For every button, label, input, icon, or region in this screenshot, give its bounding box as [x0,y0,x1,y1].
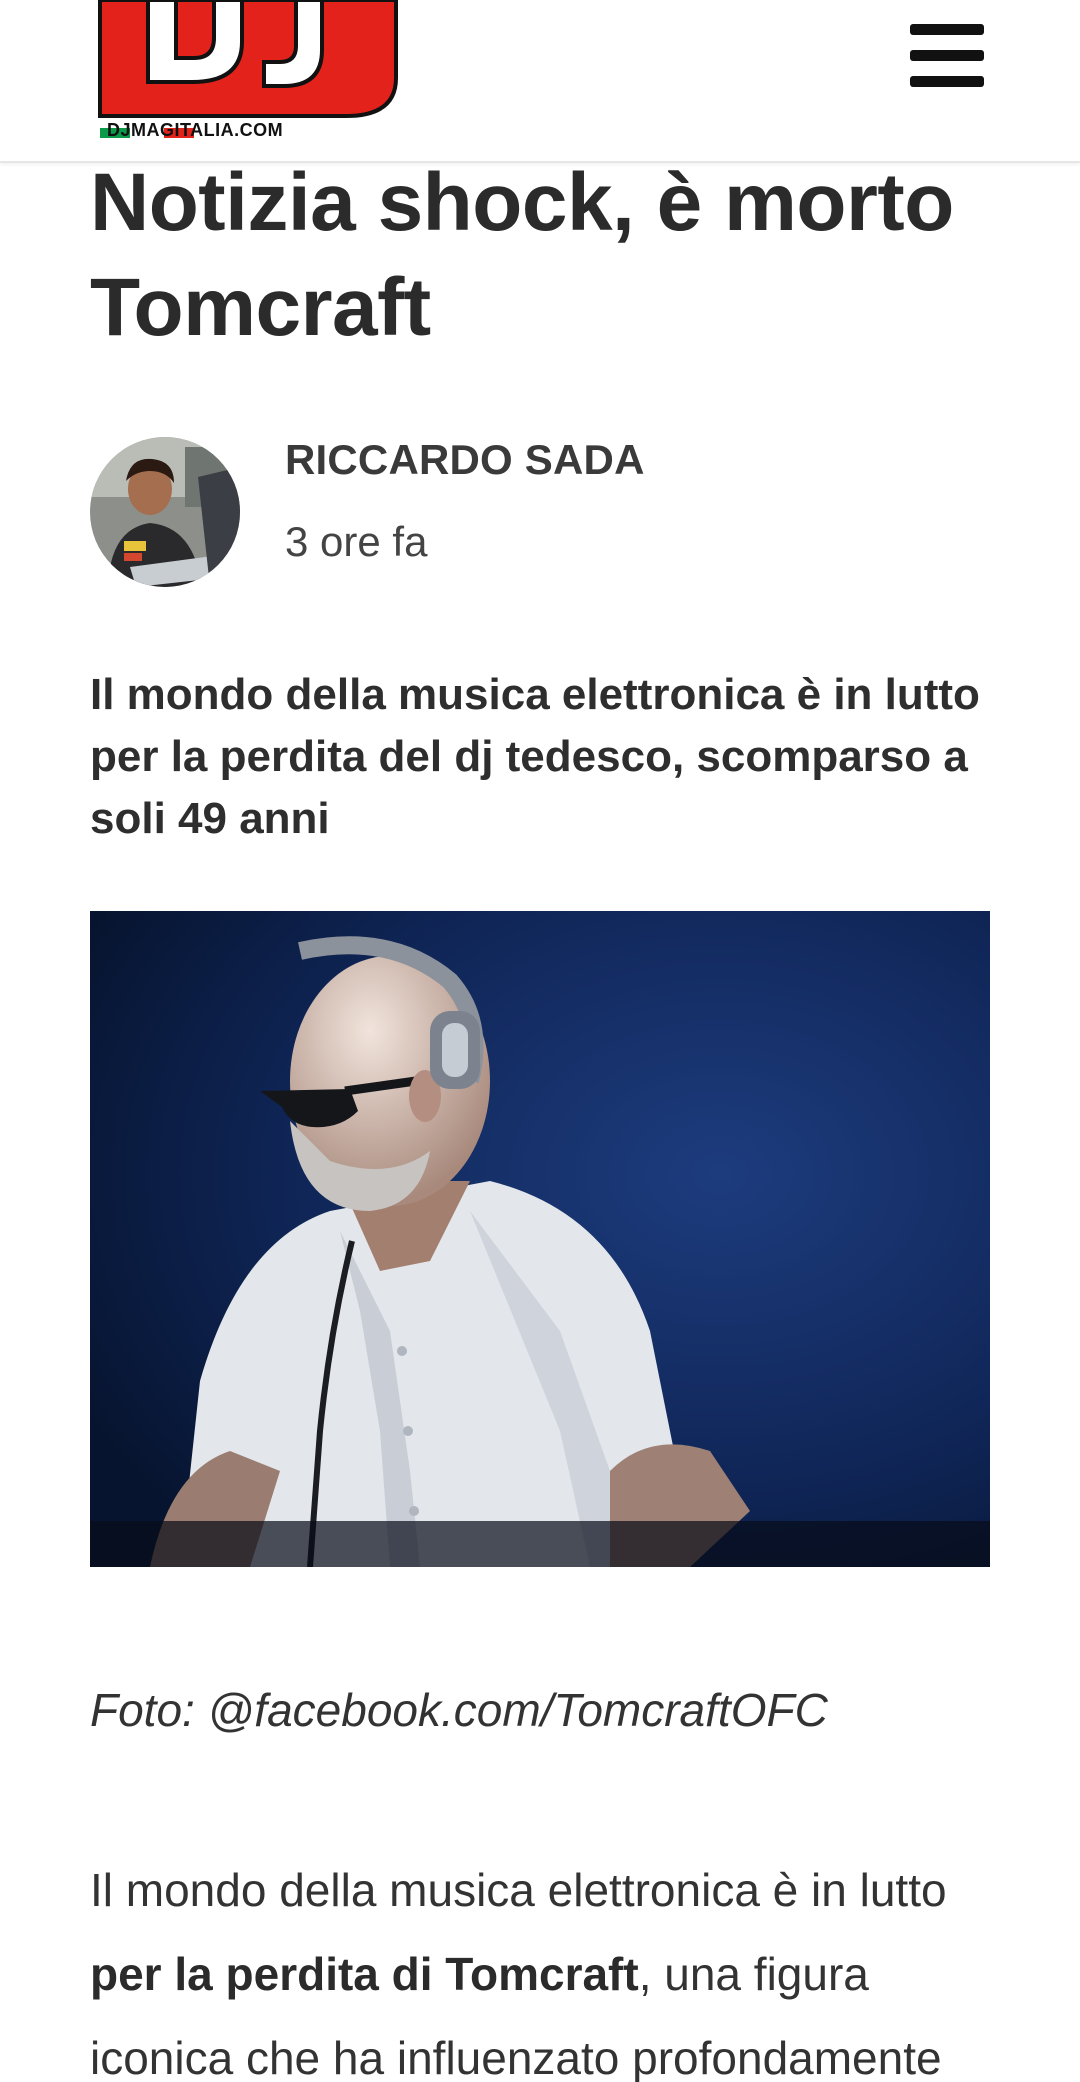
author-name[interactable]: RICCARDO SADA [285,436,645,484]
site-domain: DJMAGITALIA.COM [107,120,284,140]
post-time: 3 ore fa [285,518,428,565]
site-header: DJMAGITALIA.COM [0,0,1080,163]
body-text-part-1: Il mondo della musica elettronica è in l… [90,1864,947,1916]
photo-caption: Foto: @facebook.com/TomcraftOFC [90,1684,828,1736]
author-avatar[interactable] [90,437,240,587]
hamburger-menu-icon[interactable] [910,24,986,88]
article-photo [90,911,990,1567]
article-title: Notizia shock, è morto Tomcraft [90,157,954,353]
body-text-bold: per la perdita di Tomcraft [90,1948,639,2000]
article-lead: Il mondo della musica elettronica è in l… [90,670,980,843]
article-body: Il mondo della musica elettronica è in l… [90,1848,1010,2082]
